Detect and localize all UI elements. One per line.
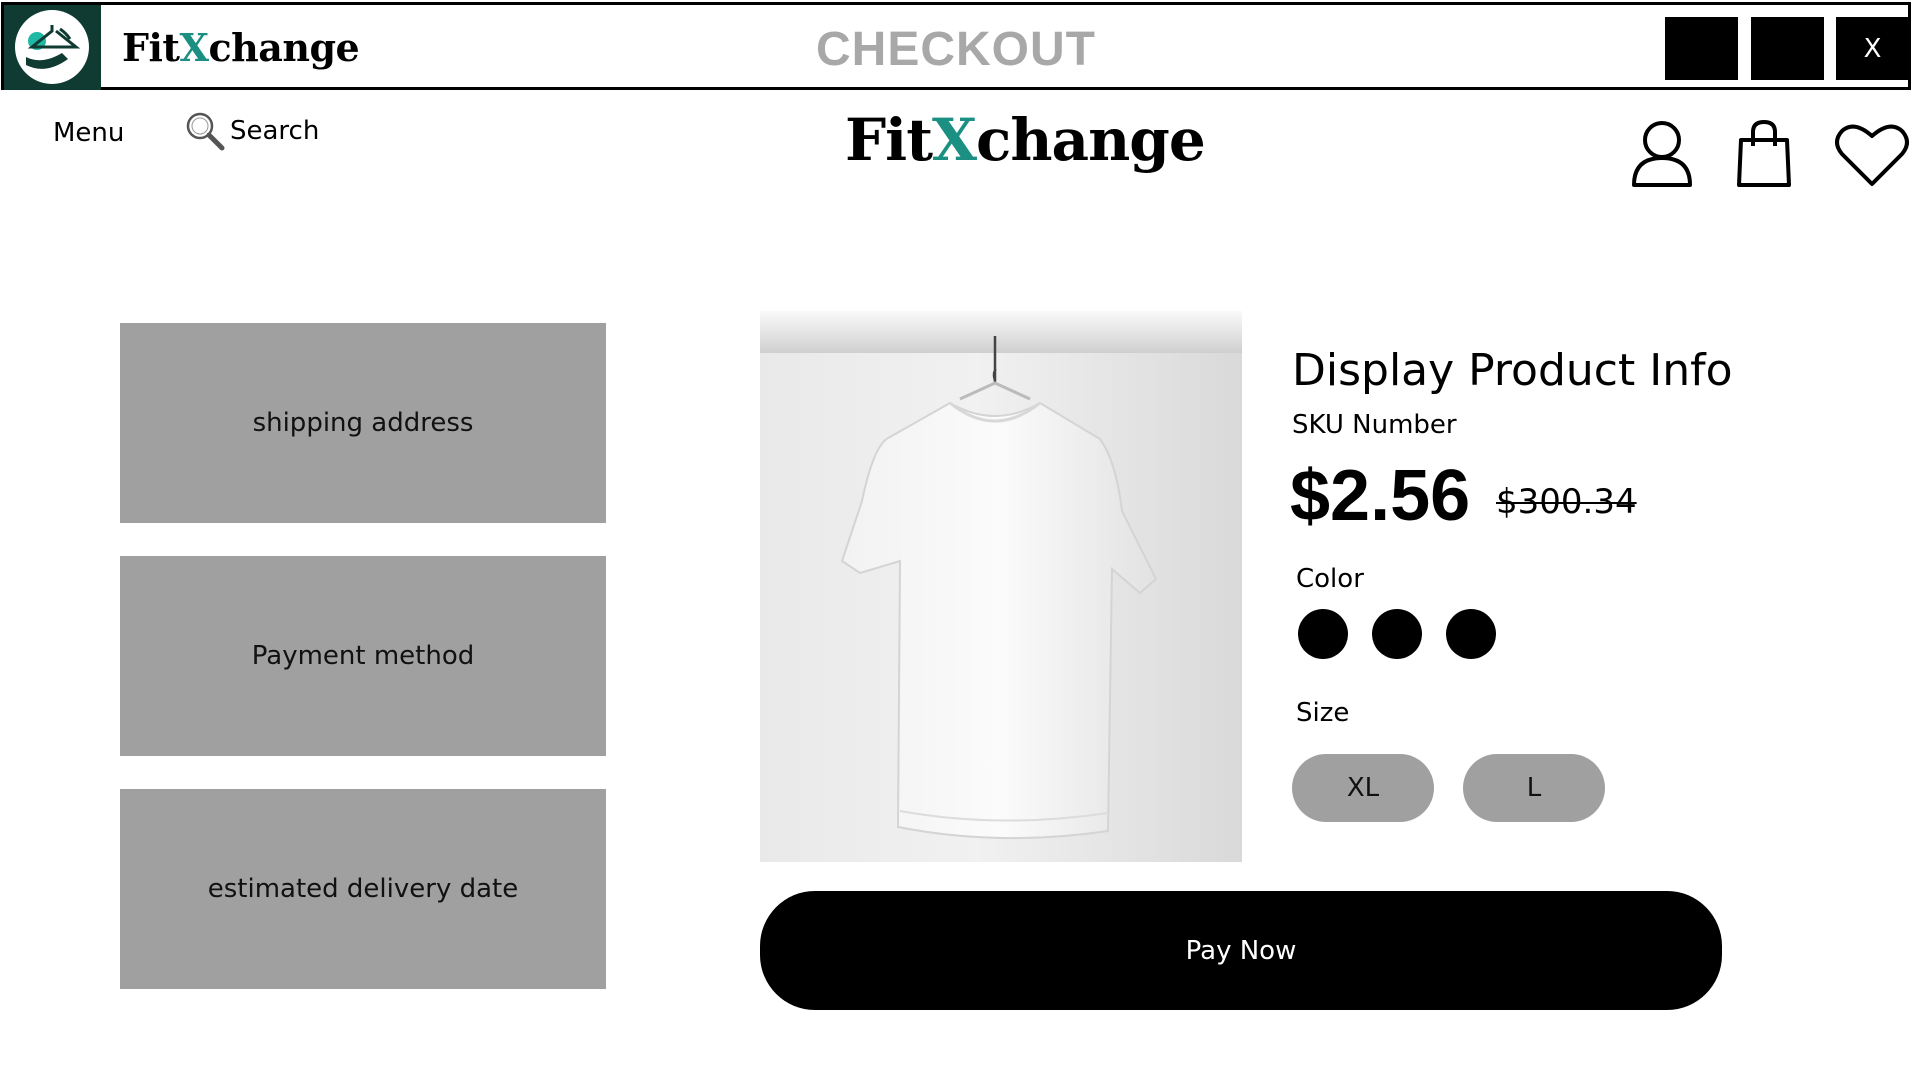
original-price: $300.34 [1496, 482, 1637, 522]
color-label: Color [1296, 564, 1364, 594]
size-l-button[interactable]: L [1463, 754, 1605, 822]
brand-prefix: Fit [845, 106, 933, 174]
shipping-address-box[interactable]: shipping address [120, 323, 606, 523]
heart-icon[interactable] [1834, 122, 1910, 192]
brand-accent: X [932, 106, 977, 174]
app-name: FitXchange [122, 25, 360, 70]
app-name-accent: X [179, 25, 209, 70]
sku-number: SKU Number [1292, 410, 1457, 440]
user-icon[interactable] [1630, 118, 1694, 192]
search-link[interactable]: Search [184, 110, 319, 152]
shipping-address-label: shipping address [252, 408, 474, 438]
app-name-suffix: change [208, 25, 360, 70]
product-image [760, 311, 1242, 862]
size-label: Size [1296, 698, 1350, 728]
product-title: Display Product Info [1292, 345, 1733, 396]
size-xl-button[interactable]: XL [1292, 754, 1434, 822]
maximize-button[interactable] [1751, 17, 1824, 80]
menu-label: Menu [53, 118, 125, 148]
app-name-prefix: Fit [122, 25, 180, 70]
payment-method-label: Payment method [251, 641, 475, 671]
close-button[interactable]: X [1836, 17, 1909, 80]
shopping-bag-icon[interactable] [1736, 118, 1792, 192]
color-swatch[interactable] [1298, 609, 1348, 659]
app-logo [4, 5, 101, 90]
pay-now-button[interactable]: Pay Now [760, 891, 1722, 1010]
brand-suffix: change [976, 106, 1206, 174]
minimize-button[interactable] [1665, 17, 1738, 80]
menu-link[interactable]: Menu [53, 118, 124, 148]
delivery-date-label: estimated delivery date [207, 874, 519, 904]
color-swatch[interactable] [1372, 609, 1422, 659]
color-swatch[interactable] [1446, 609, 1496, 659]
delivery-date-box[interactable]: estimated delivery date [120, 789, 606, 989]
payment-method-box[interactable]: Payment method [120, 556, 606, 756]
search-label: Search [230, 116, 320, 146]
current-price: $2.56 [1290, 456, 1471, 536]
search-icon [184, 110, 226, 152]
window-title-bar: FitXchange CHECKOUT X [1, 2, 1911, 90]
brand-logo[interactable]: FitXchange [845, 106, 1206, 174]
